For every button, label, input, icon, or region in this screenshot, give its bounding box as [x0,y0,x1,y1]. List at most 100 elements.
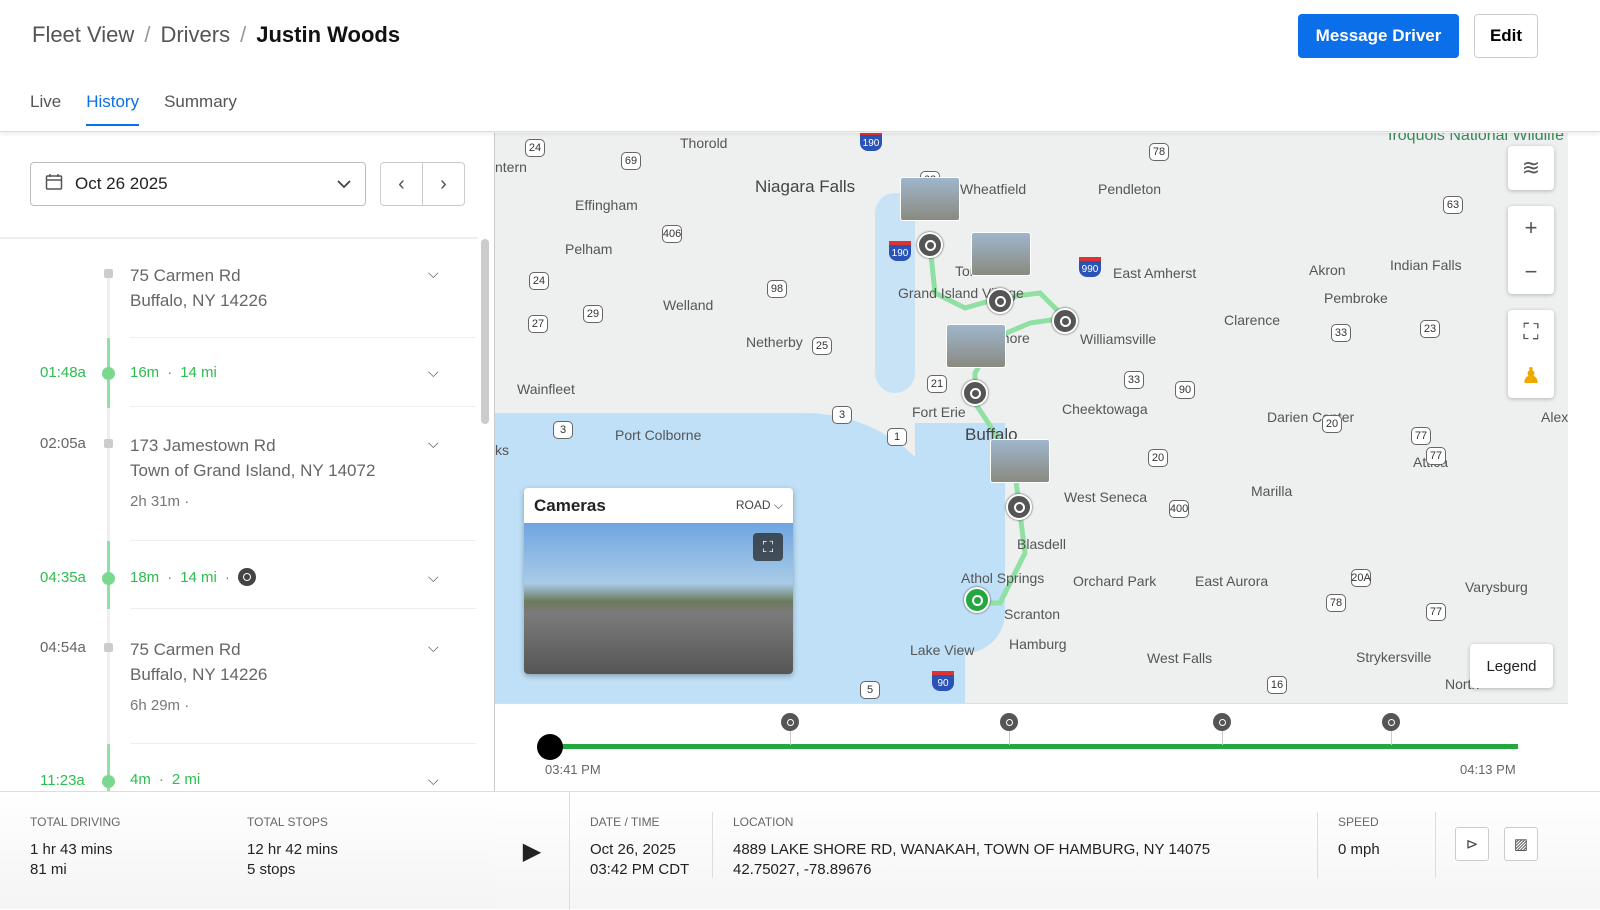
map-place-label: West Falls [1147,650,1213,666]
date-picker[interactable]: Oct 26 2025 [30,162,366,206]
next-day-button[interactable]: › [423,163,464,205]
camera-thumbnail[interactable] [900,177,960,221]
layers-icon[interactable]: ≋ [1508,146,1554,190]
route-shield-icon: 990 [1079,257,1101,277]
expand-chevron-icon[interactable]: ⌵ [428,569,439,586]
safety-event-pin[interactable] [1006,494,1032,520]
timeline-scrollbar[interactable] [481,239,489,424]
event-marker-icon[interactable] [1382,713,1400,731]
map-place-label: Indian Falls [1390,257,1462,273]
map-place-label: Alexan [1541,409,1568,425]
route-shield-icon: 5 [860,681,880,699]
fullscreen-icon[interactable]: ⛶ [1508,310,1554,354]
safety-event-pin[interactable] [962,380,988,406]
history-sidebar: Oct 26 2025 ‹ › 75 Carmen Rd Buffalo, NY … [0,133,495,909]
expand-chevron-icon[interactable]: ⌵ [428,364,439,381]
route-shield-icon: 69 [621,152,641,170]
map-edge [1568,133,1600,703]
divider [130,337,476,338]
map-place-label: Pendleton [1098,181,1162,197]
stop-address: 75 Carmen Rd Buffalo, NY 14226 [130,640,268,684]
stop-address: 173 Jamestown Rd Town of Grand Island, NY… [130,436,376,480]
route-shield-icon: 78 [1149,143,1169,161]
edit-button[interactable]: Edit [1474,14,1538,58]
expand-chevron-icon[interactable]: ⌵ [428,435,439,452]
event-marker-icon[interactable] [1000,713,1018,731]
map-place-label: Effingham [575,197,638,213]
camera-thumbnail[interactable] [990,439,1050,483]
tab-history[interactable]: History [86,92,140,126]
safety-event-pin[interactable] [917,232,943,258]
calendar-icon [45,173,63,196]
map-place-label: Welland [663,297,714,313]
tabs: Live History Summary [30,92,237,126]
page-title: Justin Woods [256,22,401,47]
previous-day-button[interactable]: ‹ [381,163,423,205]
fullscreen-icon[interactable]: ⛶ [753,533,783,561]
divider [130,406,476,407]
video-button[interactable]: ⊳ [1455,827,1489,861]
end-time: 04:13 PM [1460,762,1516,777]
route-shield-icon: 20 [1322,415,1342,433]
view-control: ⛶ ♟ [1508,310,1554,398]
trip-time: 11:23a [40,772,85,789]
zoom-out-button[interactable]: − [1508,250,1554,294]
scrubber-track[interactable] [550,744,1518,749]
expand-chevron-icon[interactable]: ⌵ [428,772,439,789]
street-view-icon[interactable]: ♟ [1508,354,1554,398]
event-marker-icon[interactable] [1213,713,1231,731]
total-stops: TOTAL STOPS 12 hr 42 mins 5 stops [247,815,338,878]
divider [130,743,476,744]
map[interactable]: Thorold Niagara Falls Wheatfield Pendleton E… [495,133,1568,703]
timeline-list: 75 Carmen Rd Buffalo, NY 14226 ⌵ 01:48a 1… [0,237,478,791]
map-place-label: Wheatfield [960,181,1027,197]
safety-event-icon[interactable] [237,568,256,586]
breadcrumb-fleet-view[interactable]: Fleet View [32,22,134,48]
divider [130,608,476,609]
play-button[interactable]: ▶ [495,792,570,910]
event-marker-icon[interactable] [781,713,799,731]
stop-marker [104,439,113,448]
route-shield-icon: 3 [832,406,852,424]
map-place-label: East Amherst [1113,265,1197,281]
camera-thumbnail[interactable] [971,232,1031,276]
route-shield-icon: 16 [1267,676,1287,694]
map-place-label: Lake View [910,642,975,658]
trip-info: 18m · 14 mi · [130,568,256,586]
route-shield-icon: 21 [927,375,947,393]
route-shield-icon: 190 [860,133,882,151]
breadcrumb-drivers[interactable]: Drivers [160,22,230,48]
expand-chevron-icon[interactable]: ⌵ [428,265,439,282]
tab-summary[interactable]: Summary [164,92,237,126]
map-place-label: Varysburg [1465,579,1528,595]
map-label-refuge: Iroquois National Wildlife Refuge [1388,133,1568,144]
map-place-label: Strykersville [1356,649,1432,665]
expand-chevron-icon[interactable]: ⌵ [428,639,439,656]
speed-column: SPEED 0 mph [1338,815,1380,858]
time-scrubber[interactable]: 03:41 PM 04:13 PM [495,703,1568,791]
route-shield-icon: 23 [1420,320,1440,338]
message-driver-button[interactable]: Message Driver [1298,14,1459,58]
legend-button[interactable]: Legend [1470,644,1553,688]
datetime-column: DATE / TIME Oct 26, 2025 03:42 PM CDT [590,815,690,878]
trip-marker [102,367,115,380]
camera-view-select[interactable]: ROAD ⌵ [736,498,783,513]
map-place-label: Niagara Falls [755,177,856,196]
trip-info: 4m · 2 mi [130,771,201,788]
scrubber-handle[interactable] [537,734,563,760]
route-shield-icon: 20 [1148,449,1168,467]
camera-thumbnail[interactable] [946,324,1006,368]
image-button[interactable]: ▨ [1504,827,1538,861]
map-place-label: Netherby [746,334,803,350]
safety-event-pin[interactable] [1052,308,1078,334]
route-shield-icon: 24 [529,272,549,290]
tab-live[interactable]: Live [30,92,61,126]
zoom-in-button[interactable]: + [1508,206,1554,250]
safety-event-pin[interactable] [987,288,1013,314]
driver-location-pin[interactable] [964,587,990,613]
map-place-label: Scranton [1004,606,1061,622]
map-place-label: East Aurora [1195,573,1269,589]
camera-video-frame[interactable]: ⛶ [524,523,793,674]
map-place-label: Pembroke [1324,290,1388,306]
route-shield-icon: 77 [1426,603,1446,621]
